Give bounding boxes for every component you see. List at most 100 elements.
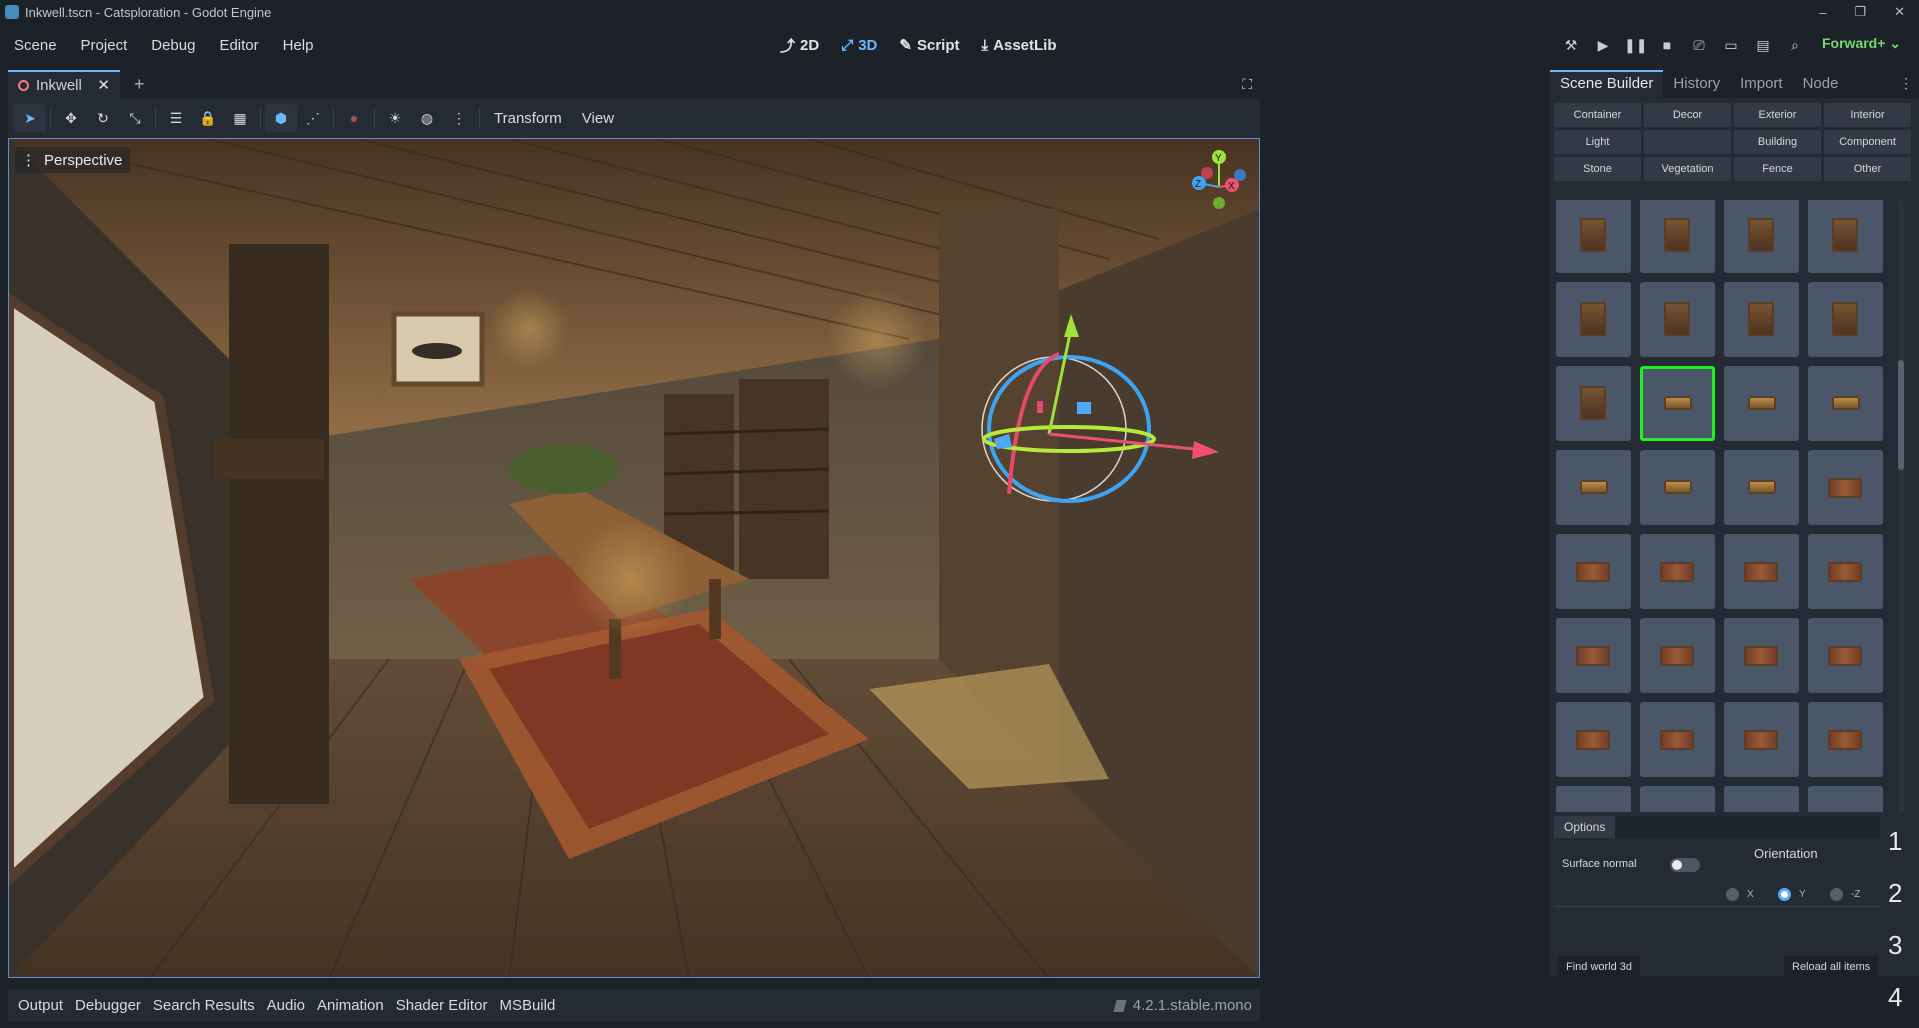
tab-history[interactable]: History: [1663, 70, 1730, 98]
menu-help[interactable]: Help: [283, 37, 314, 54]
category-component[interactable]: Component: [1824, 130, 1911, 154]
item-thumbnail[interactable]: [1556, 450, 1631, 525]
play-custom-scene-icon[interactable]: ▤: [1752, 37, 1774, 54]
distraction-free-icon[interactable]: ⛶: [1242, 76, 1252, 93]
add-tab-button[interactable]: +: [134, 74, 145, 95]
menu-scene[interactable]: Scene: [14, 37, 57, 54]
close-window-icon[interactable]: ✕: [1894, 4, 1905, 20]
item-thumbnail[interactable]: [1808, 450, 1883, 525]
thumbnail-scrollbar[interactable]: [1898, 200, 1904, 812]
item-thumbnail[interactable]: [1724, 450, 1799, 525]
environment-preview-icon[interactable]: ◍: [411, 104, 443, 132]
category-stone[interactable]: Stone: [1554, 157, 1641, 181]
menu-debug[interactable]: Debug: [151, 37, 195, 54]
close-icon[interactable]: ✕: [97, 76, 110, 94]
mode-3d-button[interactable]: ⤢ 3D: [841, 37, 877, 54]
mode-script-button[interactable]: ✎ Script: [899, 36, 959, 55]
tab-output[interactable]: Output: [18, 997, 63, 1014]
item-thumbnail[interactable]: [1724, 534, 1799, 609]
tab-import[interactable]: Import: [1730, 70, 1793, 98]
category-building[interactable]: Building: [1734, 130, 1821, 154]
item-thumbnail[interactable]: [1808, 282, 1883, 357]
scene-tab-inkwell[interactable]: Inkwell ✕: [8, 70, 120, 98]
item-thumbnail[interactable]: [1640, 702, 1715, 777]
category-other[interactable]: Other: [1824, 157, 1911, 181]
item-thumbnail[interactable]: [1640, 282, 1715, 357]
tab-audio[interactable]: Audio: [267, 997, 305, 1014]
item-thumbnail[interactable]: [1640, 618, 1715, 693]
tab-animation[interactable]: Animation: [317, 997, 384, 1014]
tab-msbuild[interactable]: MSBuild: [499, 997, 555, 1014]
item-thumbnail[interactable]: [1556, 702, 1631, 777]
item-thumbnail[interactable]: [1808, 702, 1883, 777]
renderer-select[interactable]: Forward+ ⌄: [1822, 35, 1901, 52]
item-thumbnail[interactable]: [1640, 534, 1715, 609]
dock-menu-icon[interactable]: ⋮: [1899, 75, 1913, 92]
perspective-menu[interactable]: ⋮ Perspective: [15, 147, 131, 173]
item-thumbnail[interactable]: [1724, 786, 1799, 812]
orientation-y-radio[interactable]: Y: [1778, 888, 1806, 901]
tab-debugger[interactable]: Debugger: [75, 997, 141, 1014]
category-exterior[interactable]: Exterior: [1734, 103, 1821, 127]
minimize-icon[interactable]: –: [1819, 5, 1826, 20]
category-vegetation[interactable]: Vegetation: [1644, 157, 1731, 181]
tab-shader-editor[interactable]: Shader Editor: [396, 997, 488, 1014]
tab-search-results[interactable]: Search Results: [153, 997, 255, 1014]
more-options-icon[interactable]: ⋮: [443, 104, 475, 132]
item-thumbnail[interactable]: [1808, 618, 1883, 693]
play-icon[interactable]: ▶: [1592, 37, 1614, 54]
category-fence[interactable]: Fence: [1734, 157, 1821, 181]
item-thumbnail[interactable]: [1640, 450, 1715, 525]
item-thumbnail[interactable]: [1556, 200, 1631, 273]
lock-icon[interactable]: 🔒: [192, 104, 224, 132]
sun-preview-icon[interactable]: ☀: [379, 104, 411, 132]
play-scene-icon[interactable]: ▭: [1720, 37, 1742, 54]
snap-icon[interactable]: ⋰: [297, 104, 329, 132]
menu-editor[interactable]: Editor: [219, 37, 258, 54]
list-select-icon[interactable]: ☰: [160, 104, 192, 132]
item-thumbnail[interactable]: [1556, 618, 1631, 693]
select-tool-icon[interactable]: ➤: [14, 104, 46, 132]
mode-2d-button[interactable]: ⤴ 2D: [780, 35, 819, 56]
pause-icon[interactable]: ❚❚: [1624, 37, 1647, 54]
item-thumbnail[interactable]: [1724, 200, 1799, 273]
tab-options[interactable]: Options: [1554, 816, 1616, 838]
find-world-3d-button[interactable]: Find world 3d: [1558, 956, 1641, 978]
orientation-neg-z-radio[interactable]: -Z: [1830, 888, 1860, 901]
item-thumbnail-selected[interactable]: [1640, 366, 1715, 441]
build-icon[interactable]: ⚒: [1560, 37, 1582, 54]
maximize-icon[interactable]: ❐: [1854, 4, 1866, 20]
item-thumbnail[interactable]: [1724, 282, 1799, 357]
item-thumbnail[interactable]: [1556, 282, 1631, 357]
transform-menu[interactable]: Transform: [484, 110, 572, 127]
orientation-x-radio[interactable]: X: [1726, 888, 1754, 901]
movie-maker-icon[interactable]: ⌕: [1784, 37, 1806, 54]
category-decor[interactable]: Decor: [1644, 103, 1731, 127]
item-thumbnail[interactable]: [1808, 534, 1883, 609]
surface-normal-toggle[interactable]: [1670, 858, 1700, 872]
item-thumbnail[interactable]: [1808, 200, 1883, 273]
view-menu[interactable]: View: [572, 110, 624, 127]
item-thumbnail[interactable]: [1724, 702, 1799, 777]
mode-assetlib-button[interactable]: ⤓ AssetLib: [982, 37, 1057, 54]
item-thumbnail[interactable]: [1556, 534, 1631, 609]
stop-icon[interactable]: ■: [1656, 37, 1678, 53]
item-thumbnail[interactable]: [1640, 786, 1715, 812]
category-container[interactable]: Container: [1554, 103, 1641, 127]
group-icon[interactable]: ▦: [224, 104, 256, 132]
item-thumbnail[interactable]: [1724, 366, 1799, 441]
tab-node[interactable]: Node: [1793, 70, 1849, 98]
category-light[interactable]: Light: [1554, 130, 1641, 154]
item-thumbnail[interactable]: [1808, 786, 1883, 812]
item-thumbnail[interactable]: [1808, 366, 1883, 441]
item-thumbnail[interactable]: [1724, 618, 1799, 693]
category-interior[interactable]: Interior: [1824, 103, 1911, 127]
3d-viewport[interactable]: Y X Z ⋮ Perspective: [8, 138, 1260, 978]
category-empty[interactable]: [1644, 130, 1731, 154]
reload-all-items-button[interactable]: Reload all items: [1784, 956, 1879, 978]
local-space-icon[interactable]: ⬢: [265, 104, 297, 132]
remote-debug-icon[interactable]: ⎚: [1688, 37, 1710, 54]
item-thumbnail[interactable]: [1556, 786, 1631, 812]
scale-tool-icon[interactable]: ⤡: [119, 104, 151, 132]
menu-project[interactable]: Project: [81, 37, 128, 54]
